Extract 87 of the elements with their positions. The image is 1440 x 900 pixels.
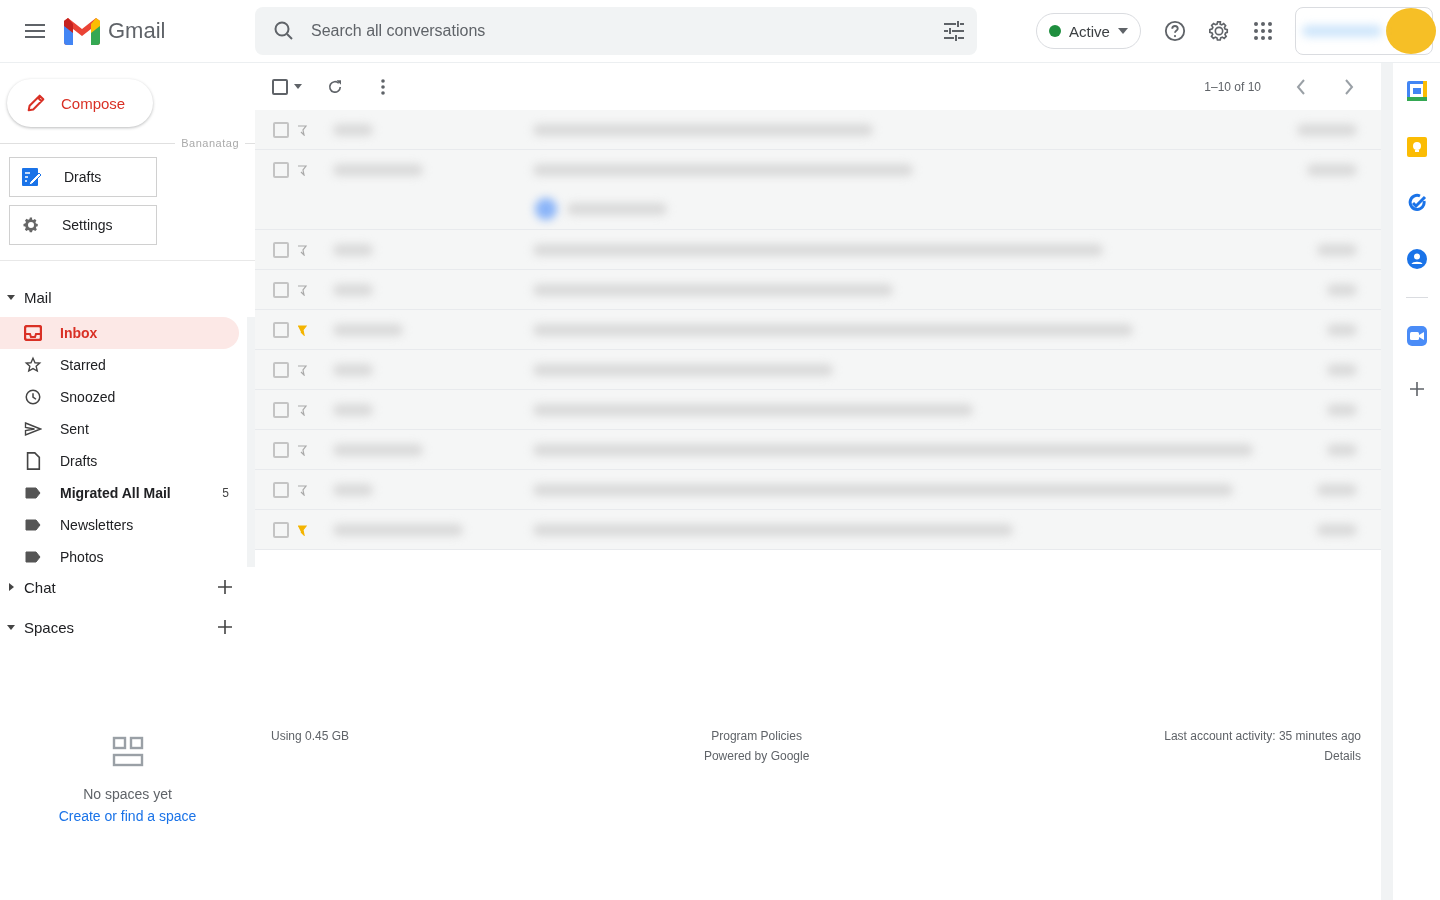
caret-icon[interactable] bbox=[6, 622, 16, 632]
compose-button[interactable]: Compose bbox=[7, 79, 153, 127]
section-label[interactable]: Mail bbox=[24, 288, 255, 306]
add-icon[interactable] bbox=[1409, 382, 1424, 396]
star-icon[interactable] bbox=[297, 323, 307, 336]
email-row[interactable] bbox=[255, 430, 1381, 470]
activity-text: Last account activity: 35 minutes ago bbox=[1164, 728, 1361, 745]
email-row[interactable] bbox=[255, 270, 1381, 310]
email-row[interactable] bbox=[255, 150, 1381, 230]
create-space-link[interactable]: Create or find a space bbox=[58, 808, 197, 824]
gear-icon bbox=[22, 216, 40, 234]
nav-item[interactable]: Drafts bbox=[0, 445, 239, 477]
section-label[interactable]: Chat bbox=[24, 578, 203, 596]
calendar-icon[interactable] bbox=[1406, 81, 1427, 101]
pencil-icon bbox=[25, 92, 47, 114]
section-label[interactable]: Spaces bbox=[24, 618, 203, 636]
inbox-icon bbox=[24, 325, 42, 341]
label-icon bbox=[24, 487, 42, 499]
row-checkbox[interactable] bbox=[273, 281, 289, 298]
email-row[interactable] bbox=[255, 310, 1381, 350]
row-checkbox[interactable] bbox=[273, 481, 289, 498]
pagination-text: 1–10 of 10 bbox=[1204, 79, 1261, 94]
account-button[interactable] bbox=[1294, 7, 1433, 55]
help-icon bbox=[1163, 20, 1186, 42]
caret-icon[interactable] bbox=[6, 292, 16, 302]
menu-icon bbox=[25, 24, 45, 38]
footer-link[interactable]: Powered by Google bbox=[703, 746, 810, 766]
status-button[interactable]: Active bbox=[1036, 13, 1141, 49]
lightbulb-icon[interactable] bbox=[1406, 137, 1427, 157]
nav-item[interactable]: Starred bbox=[0, 349, 239, 381]
footer-link[interactable]: Program Policies bbox=[711, 726, 802, 746]
settings-icon bbox=[1207, 20, 1230, 42]
spaces-icon bbox=[111, 736, 144, 768]
notepad-pen-icon bbox=[22, 167, 42, 187]
row-checkbox[interactable] bbox=[273, 521, 289, 538]
label-icon bbox=[24, 519, 42, 531]
email-row[interactable] bbox=[255, 510, 1381, 550]
refresh-icon bbox=[326, 77, 344, 96]
email-row[interactable] bbox=[255, 230, 1381, 270]
search-field[interactable]: Search all conversations bbox=[309, 21, 943, 41]
row-checkbox[interactable] bbox=[273, 441, 289, 458]
select-all-checkbox[interactable] bbox=[272, 78, 288, 95]
row-checkbox[interactable] bbox=[273, 121, 289, 138]
person-icon[interactable] bbox=[1406, 249, 1427, 269]
details-link[interactable]: Details bbox=[1324, 746, 1361, 766]
addon-button[interactable]: Drafts bbox=[9, 157, 157, 197]
caret-icon bbox=[1117, 28, 1128, 34]
nav-item[interactable]: Migrated All Mail 5 bbox=[0, 477, 239, 509]
row-checkbox[interactable] bbox=[273, 401, 289, 418]
email-row[interactable] bbox=[255, 390, 1381, 430]
nav-item[interactable]: Photos bbox=[0, 541, 239, 567]
addon-button[interactable]: Settings bbox=[9, 205, 157, 245]
storage-text: Using 0.45 GB bbox=[271, 728, 350, 745]
nav-item[interactable]: Sent bbox=[0, 413, 239, 445]
grid-icon bbox=[1253, 22, 1272, 40]
nav-item[interactable]: Newsletters bbox=[0, 509, 239, 541]
logo-icon bbox=[64, 17, 100, 45]
avatar bbox=[1385, 8, 1436, 54]
empty-message: No spaces yet bbox=[83, 786, 172, 802]
star-icon[interactable] bbox=[297, 523, 307, 536]
send-icon bbox=[24, 421, 42, 437]
more-icon bbox=[381, 78, 385, 95]
chevron-right-icon bbox=[1344, 78, 1354, 95]
row-checkbox[interactable] bbox=[273, 161, 289, 178]
chevron-left-icon bbox=[1296, 78, 1306, 95]
clock-icon bbox=[24, 388, 42, 406]
file-icon bbox=[24, 452, 42, 470]
label-icon bbox=[24, 551, 42, 563]
row-checkbox[interactable] bbox=[273, 321, 289, 338]
video-camera-icon[interactable] bbox=[1406, 326, 1427, 346]
nav-item[interactable]: Inbox bbox=[0, 317, 239, 349]
row-checkbox[interactable] bbox=[273, 241, 289, 258]
caret-icon[interactable] bbox=[6, 582, 16, 592]
check-circle-icon[interactable] bbox=[1406, 193, 1427, 213]
app-name: Gmail bbox=[108, 18, 166, 44]
plus-icon bbox=[217, 619, 233, 635]
email-row[interactable] bbox=[255, 470, 1381, 510]
nav-item[interactable]: Snoozed bbox=[0, 381, 239, 413]
caret-icon bbox=[294, 84, 302, 89]
search-bar[interactable]: Search all conversations bbox=[255, 7, 977, 55]
blurred-chip bbox=[535, 198, 557, 221]
email-row[interactable] bbox=[255, 350, 1381, 390]
row-checkbox[interactable] bbox=[273, 361, 289, 378]
filter-sliders-icon[interactable] bbox=[943, 21, 965, 41]
addon-title: Bananatag bbox=[180, 137, 240, 149]
star-icon bbox=[24, 356, 42, 374]
plus-icon bbox=[217, 579, 233, 595]
